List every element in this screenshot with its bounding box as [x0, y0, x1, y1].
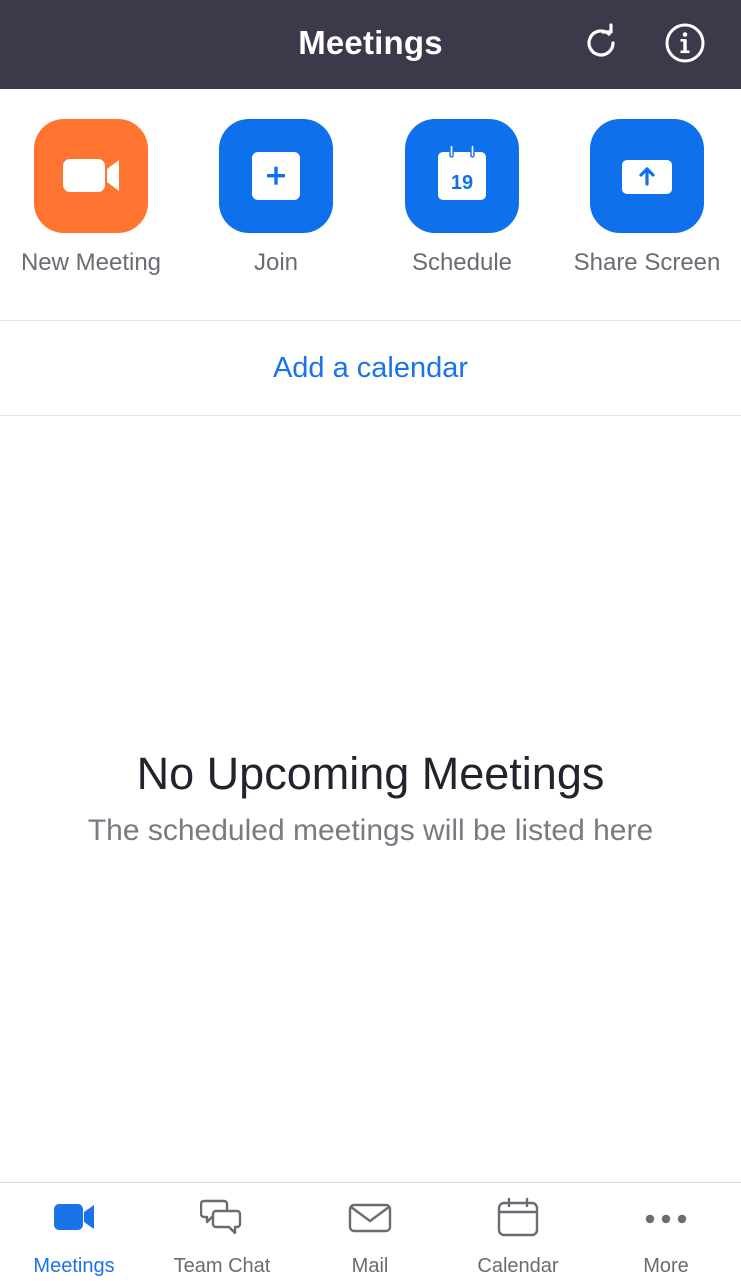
refresh-icon[interactable] — [580, 22, 622, 64]
tab-label: Calendar — [477, 1255, 559, 1277]
tab-team-chat[interactable]: Team Chat — [148, 1183, 296, 1281]
tab-label: More — [643, 1255, 689, 1277]
quick-actions: New Meeting Join 19 Schedule Share Scree… — [0, 89, 741, 320]
video-camera-icon — [63, 159, 119, 192]
top-bar: Meetings — [0, 0, 741, 89]
add-calendar-link[interactable]: Add a calendar — [0, 321, 741, 415]
info-icon[interactable] — [664, 22, 706, 64]
calendar-icon — [497, 1197, 539, 1237]
tab-more[interactable]: More — [592, 1183, 740, 1281]
tab-meetings[interactable]: Meetings — [0, 1183, 148, 1281]
bottom-tab-bar: Meetings Team Chat Mail Calendar More — [0, 1182, 741, 1281]
join-tile[interactable] — [219, 119, 333, 233]
schedule-tile[interactable]: 19 — [405, 119, 519, 233]
plus-icon — [252, 152, 300, 200]
divider — [0, 415, 741, 416]
mail-icon — [348, 1203, 392, 1233]
new-meeting-tile[interactable] — [34, 119, 148, 233]
empty-state-subtitle: The scheduled meetings will be listed he… — [87, 814, 654, 847]
share-screen-label: Share Screen — [573, 249, 721, 276]
tab-mail[interactable]: Mail — [296, 1183, 444, 1281]
calendar-day-number: 19 — [451, 172, 473, 194]
join-button[interactable]: Join — [186, 119, 366, 299]
share-screen-button[interactable]: Share Screen — [557, 119, 737, 299]
page-title: Meetings — [298, 24, 443, 61]
more-dots-icon — [645, 1214, 687, 1224]
new-meeting-button[interactable]: New Meeting — [1, 119, 181, 299]
empty-state-title: No Upcoming Meetings — [136, 748, 605, 799]
share-screen-tile[interactable] — [590, 119, 704, 233]
new-meeting-label: New Meeting — [20, 249, 162, 276]
tab-label: Mail — [351, 1255, 389, 1277]
chat-bubbles-icon — [200, 1199, 242, 1235]
schedule-label: Schedule — [411, 249, 513, 276]
share-up-arrow-icon — [622, 160, 672, 194]
tab-label: Meetings — [33, 1255, 115, 1277]
tab-label: Team Chat — [173, 1255, 271, 1277]
calendar-icon: 19 — [438, 144, 486, 200]
video-camera-icon — [54, 1204, 94, 1230]
join-label: Join — [253, 249, 299, 276]
tab-calendar[interactable]: Calendar — [444, 1183, 592, 1281]
schedule-button[interactable]: 19 Schedule — [372, 119, 552, 299]
